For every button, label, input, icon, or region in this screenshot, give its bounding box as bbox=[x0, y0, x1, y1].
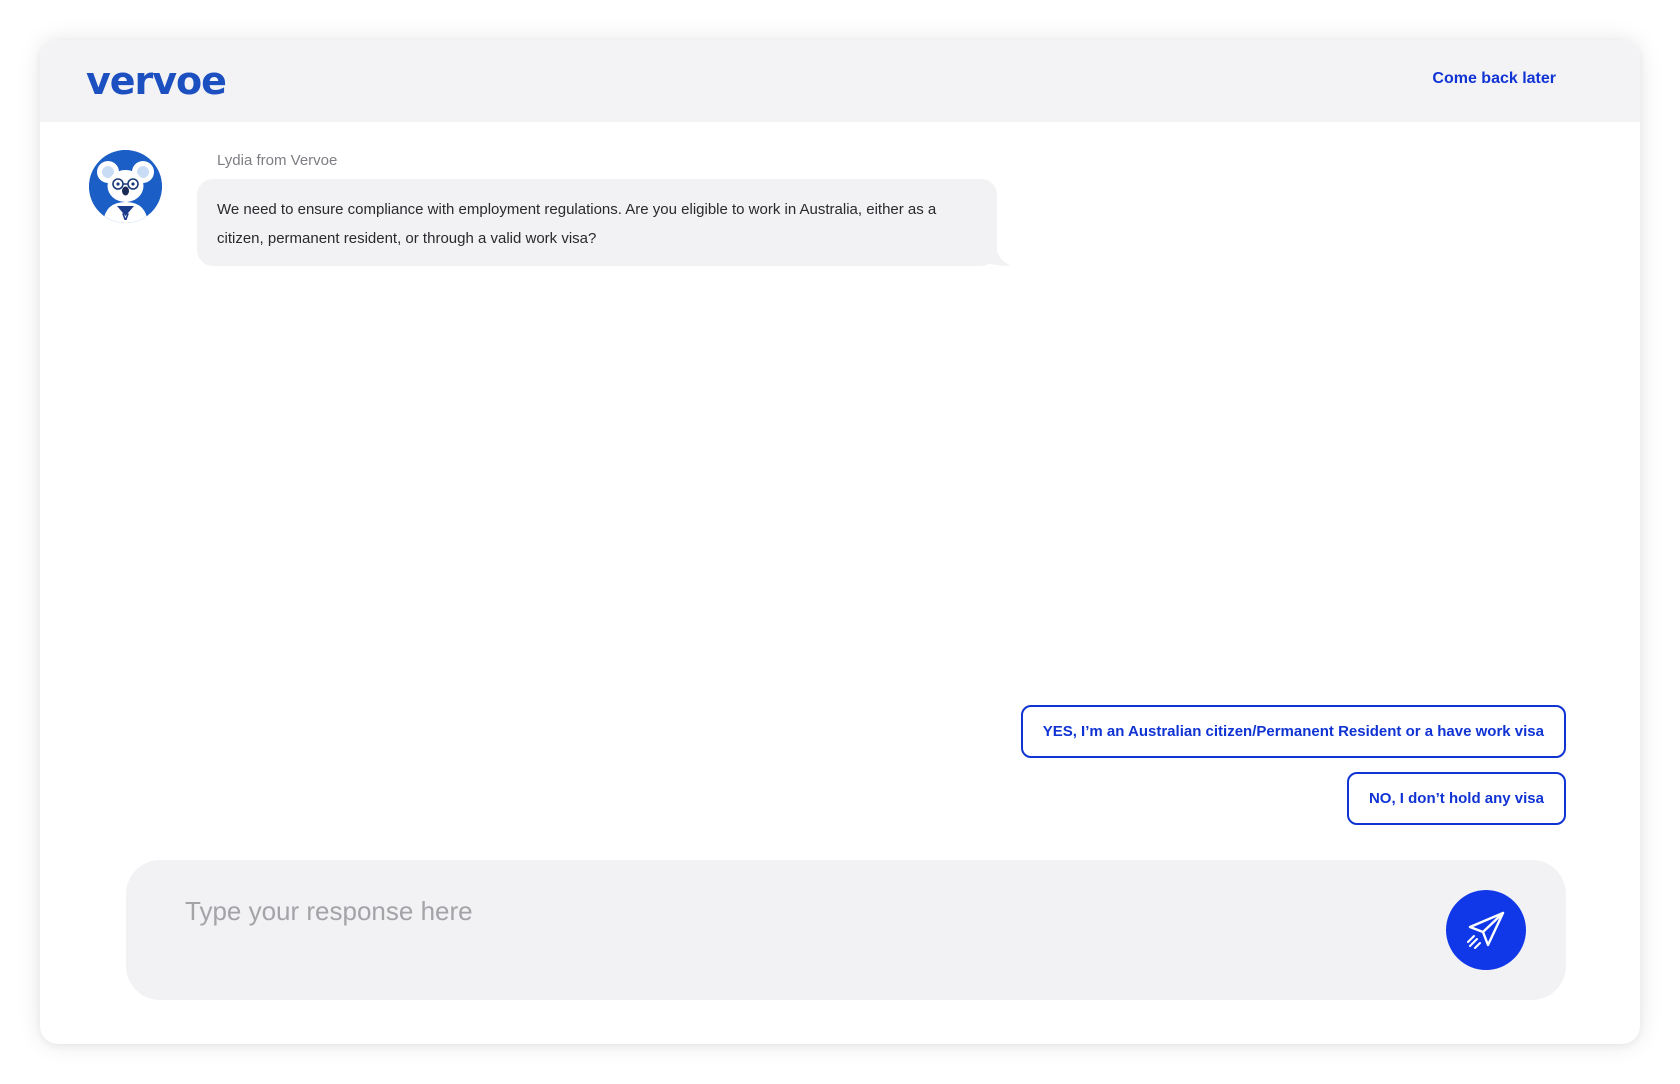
svg-text:V: V bbox=[122, 213, 129, 223]
chat-window: vervoe Come back later V Lydia from Verv… bbox=[40, 40, 1640, 1044]
koala-avatar-icon: V bbox=[89, 150, 162, 223]
sender-name: Lydia from Vervoe bbox=[217, 152, 338, 169]
vervoe-logo: vervoe bbox=[86, 59, 227, 103]
paper-plane-icon bbox=[1467, 911, 1505, 949]
come-back-later-link[interactable]: Come back later bbox=[1432, 70, 1556, 88]
message-text: We need to ensure compliance with employ… bbox=[217, 201, 937, 247]
header-bar: vervoe Come back later bbox=[40, 40, 1640, 122]
send-button[interactable] bbox=[1446, 890, 1526, 970]
option-yes-button[interactable]: YES, I’m an Australian citizen/Permanent… bbox=[1020, 705, 1566, 758]
message-bubble: We need to ensure compliance with employ… bbox=[197, 179, 1017, 279]
composer bbox=[126, 860, 1566, 1000]
response-input[interactable] bbox=[183, 890, 1387, 932]
option-no-button[interactable]: NO, I don’t hold any visa bbox=[1346, 772, 1566, 825]
